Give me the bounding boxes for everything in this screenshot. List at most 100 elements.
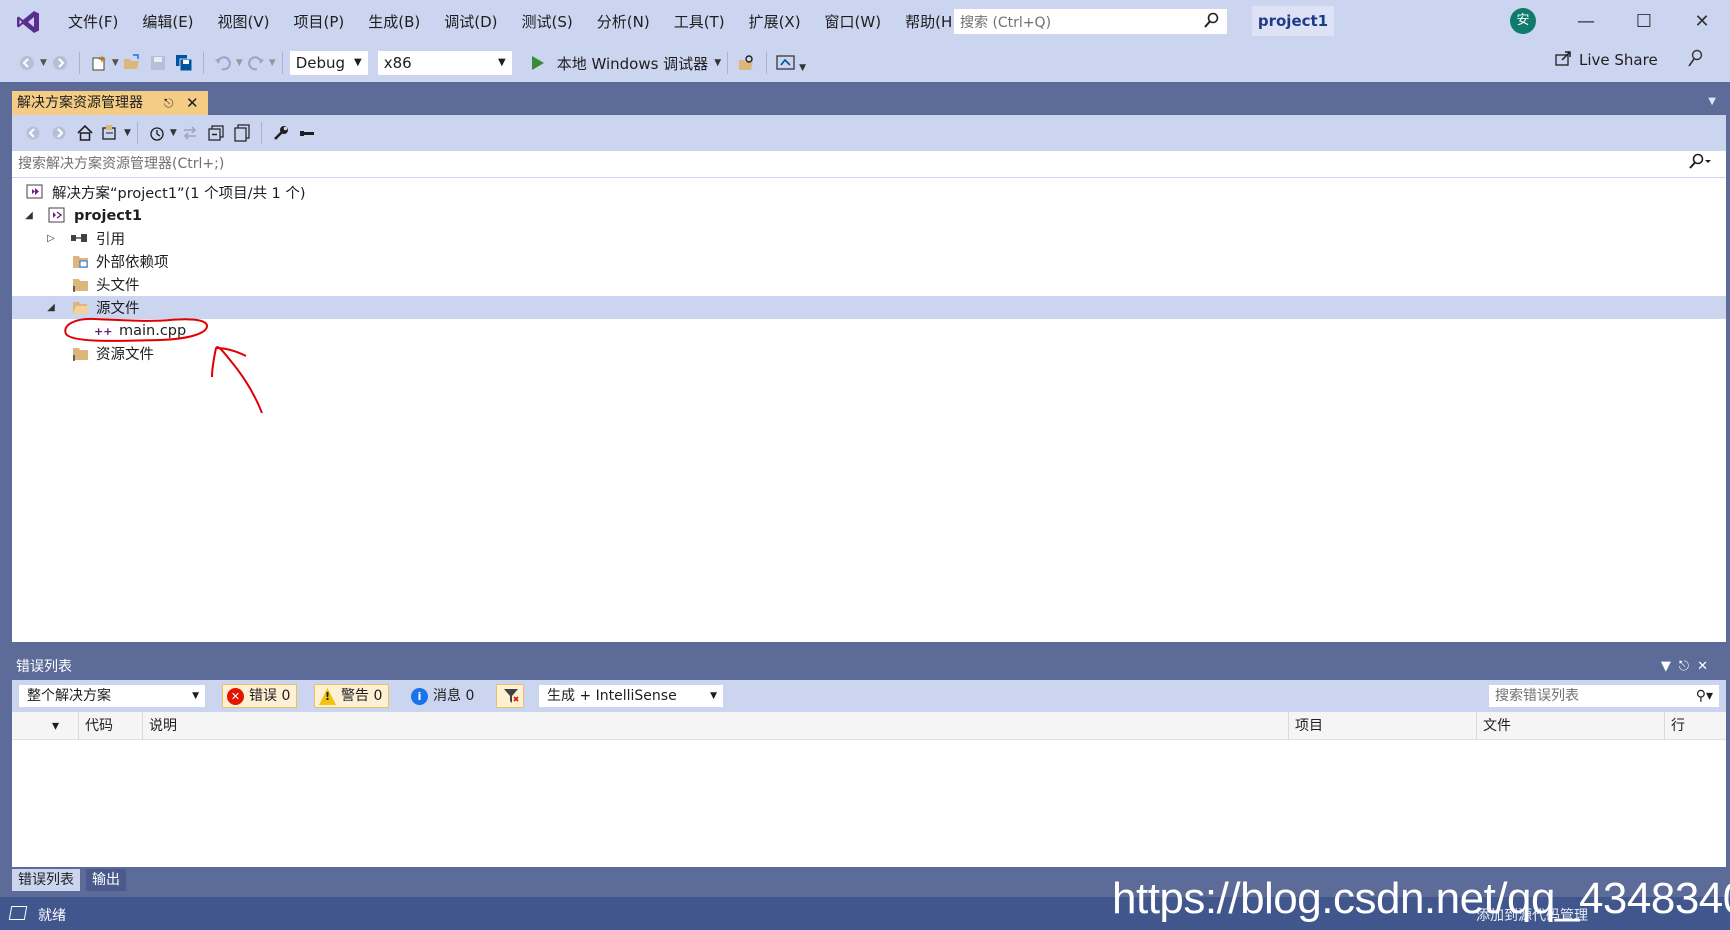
- feedback-icon[interactable]: [1686, 48, 1706, 72]
- solution-config-dropdown[interactable]: Debug ▼: [288, 50, 369, 76]
- pin-icon[interactable]: ⎋: [164, 91, 174, 115]
- solution-explorer-tabbar: 解决方案资源管理器 ⎋ ✕ ▼: [12, 88, 1726, 115]
- debug-target-dropdown-icon[interactable]: ▼: [714, 58, 721, 68]
- menu-file[interactable]: 文件(F): [56, 7, 130, 37]
- open-folder-icon[interactable]: [121, 52, 143, 74]
- tree-item-project[interactable]: ◢ project1: [12, 204, 1726, 227]
- properties-wrench-icon[interactable]: [270, 122, 292, 144]
- search-icon: ⚲▾: [1695, 688, 1713, 704]
- tree-item-references[interactable]: ▷ 引用: [12, 227, 1726, 250]
- user-avatar[interactable]: 安: [1510, 8, 1536, 34]
- forward-icon[interactable]: [49, 52, 71, 74]
- menu-view[interactable]: 视图(V): [206, 7, 282, 37]
- column-sort-icon[interactable]: ▾: [46, 712, 78, 740]
- maximize-button[interactable]: ☐: [1624, 8, 1664, 36]
- build-source-dropdown[interactable]: 生成 + IntelliSense ▼: [538, 684, 724, 708]
- menu-tools[interactable]: 工具(T): [662, 7, 737, 37]
- new-dropdown-icon[interactable]: ▼: [112, 58, 119, 68]
- filter-icon: [502, 687, 520, 712]
- switch-views-dropdown-icon[interactable]: ▼: [124, 128, 131, 138]
- save-icon[interactable]: [147, 52, 169, 74]
- toolbar-separator: [136, 122, 138, 144]
- tree-item-label: main.cpp: [119, 322, 187, 339]
- visual-studio-logo-icon[interactable]: [8, 0, 48, 44]
- toolbar-separator: [727, 52, 729, 74]
- redo-dropdown-icon[interactable]: ▼: [269, 58, 276, 68]
- application-insights-icon[interactable]: [775, 52, 797, 74]
- menu-edit[interactable]: 编辑(E): [130, 7, 205, 37]
- new-project-icon[interactable]: [88, 52, 110, 74]
- live-share-label: Live Share: [1579, 51, 1658, 69]
- live-share-button[interactable]: Live Share: [1555, 50, 1658, 70]
- tree-item-resource-files[interactable]: 资源文件: [12, 342, 1726, 365]
- close-icon[interactable]: ✕: [186, 91, 199, 115]
- expanded-arrow-icon[interactable]: ◢: [44, 302, 58, 313]
- start-debugging-play-icon[interactable]: [527, 52, 549, 74]
- menu-test[interactable]: 测试(S): [510, 7, 585, 37]
- tree-item-source-files[interactable]: ◢ 源文件: [12, 296, 1726, 319]
- tab-error-list[interactable]: 错误列表: [12, 869, 80, 891]
- preview-selected-items-icon[interactable]: [296, 122, 318, 144]
- minimize-button[interactable]: —: [1566, 8, 1606, 36]
- switch-views-icon[interactable]: [100, 122, 122, 144]
- pending-changes-filter-icon[interactable]: [146, 122, 168, 144]
- column-header-project[interactable]: 项目: [1288, 712, 1476, 740]
- chevron-down-icon[interactable]: ▼: [1708, 96, 1716, 107]
- collapse-all-icon[interactable]: [205, 122, 227, 144]
- error-list-title: 错误列表: [16, 659, 72, 675]
- tree-item-label: project1: [74, 207, 142, 224]
- undo-dropdown-icon[interactable]: ▼: [236, 58, 243, 68]
- expanded-arrow-icon[interactable]: ◢: [22, 210, 36, 221]
- svg-text:++: ++: [94, 325, 112, 338]
- messages-filter-button[interactable]: i 消息 0: [406, 684, 481, 708]
- error-scope-dropdown[interactable]: 整个解决方案 ▼: [18, 684, 206, 708]
- show-all-files-icon[interactable]: [231, 122, 253, 144]
- tree-item-solution[interactable]: 解决方案“project1”(1 个项目/共 1 个): [12, 181, 1726, 204]
- collapsed-arrow-icon[interactable]: ▷: [44, 233, 58, 244]
- error-list-search-input[interactable]: 搜索错误列表 ⚲▾: [1488, 684, 1720, 708]
- find-in-files-icon[interactable]: [736, 52, 758, 74]
- back-icon[interactable]: [22, 122, 44, 144]
- chevron-down-icon: ▼: [192, 691, 199, 701]
- save-all-icon[interactable]: [173, 52, 195, 74]
- forward-icon[interactable]: [48, 122, 70, 144]
- undo-icon[interactable]: [212, 52, 234, 74]
- tree-item-main-cpp[interactable]: ++ main.cpp: [12, 319, 1726, 342]
- back-dropdown-icon[interactable]: ▼: [40, 58, 47, 68]
- toolbar-separator: [260, 122, 262, 144]
- panel-window-controls[interactable]: ▼⎋✕: [1661, 654, 1716, 680]
- toolbar-options-icon[interactable]: ▼: [799, 63, 806, 73]
- title-bar: 文件(F) 编辑(E) 视图(V) 项目(P) 生成(B) 调试(D) 测试(S…: [0, 0, 1730, 44]
- sync-with-active-document-icon[interactable]: [179, 122, 201, 144]
- start-debugging-button[interactable]: 本地 Windows 调试器: [557, 53, 709, 74]
- column-header-description[interactable]: 说明: [142, 712, 1288, 740]
- menu-project[interactable]: 项目(P): [282, 7, 357, 37]
- platform-dropdown[interactable]: x86 ▼: [376, 50, 513, 76]
- close-window-button[interactable]: ✕: [1682, 8, 1722, 36]
- filter-button[interactable]: [496, 684, 524, 708]
- menu-window[interactable]: 窗口(W): [813, 7, 894, 37]
- errors-count: 错误 0: [249, 688, 291, 704]
- solution-explorer-search-input[interactable]: 搜索解决方案资源管理器(Ctrl+;): [12, 151, 1726, 178]
- menu-extensions[interactable]: 扩展(X): [737, 7, 813, 37]
- status-text: 就绪: [38, 908, 66, 924]
- column-header-code[interactable]: 代码: [78, 712, 142, 740]
- filter-dropdown-icon[interactable]: ▼: [170, 128, 177, 138]
- tree-item-header-files[interactable]: 头文件: [12, 273, 1726, 296]
- column-header-file[interactable]: 文件: [1476, 712, 1664, 740]
- column-header-line[interactable]: 行: [1664, 712, 1710, 740]
- tab-output[interactable]: 输出: [86, 869, 126, 891]
- menu-debug[interactable]: 调试(D): [432, 7, 509, 37]
- global-search-input[interactable]: 搜索 (Ctrl+Q): [953, 8, 1228, 35]
- errors-filter-button[interactable]: ✕ 错误 0: [222, 684, 298, 708]
- home-icon[interactable]: [74, 122, 96, 144]
- tree-item-external-dependencies[interactable]: 外部依赖项: [12, 250, 1726, 273]
- warnings-filter-button[interactable]: ! 警告 0: [314, 684, 390, 708]
- menu-build[interactable]: 生成(B): [356, 7, 432, 37]
- tab-solution-explorer[interactable]: 解决方案资源管理器 ⎋ ✕: [12, 91, 208, 115]
- folder-icon: [72, 345, 90, 361]
- menu-bar: 文件(F) 编辑(E) 视图(V) 项目(P) 生成(B) 调试(D) 测试(S…: [56, 7, 970, 37]
- redo-icon[interactable]: [245, 52, 267, 74]
- back-icon[interactable]: [16, 52, 38, 74]
- menu-analyze[interactable]: 分析(N): [585, 7, 662, 37]
